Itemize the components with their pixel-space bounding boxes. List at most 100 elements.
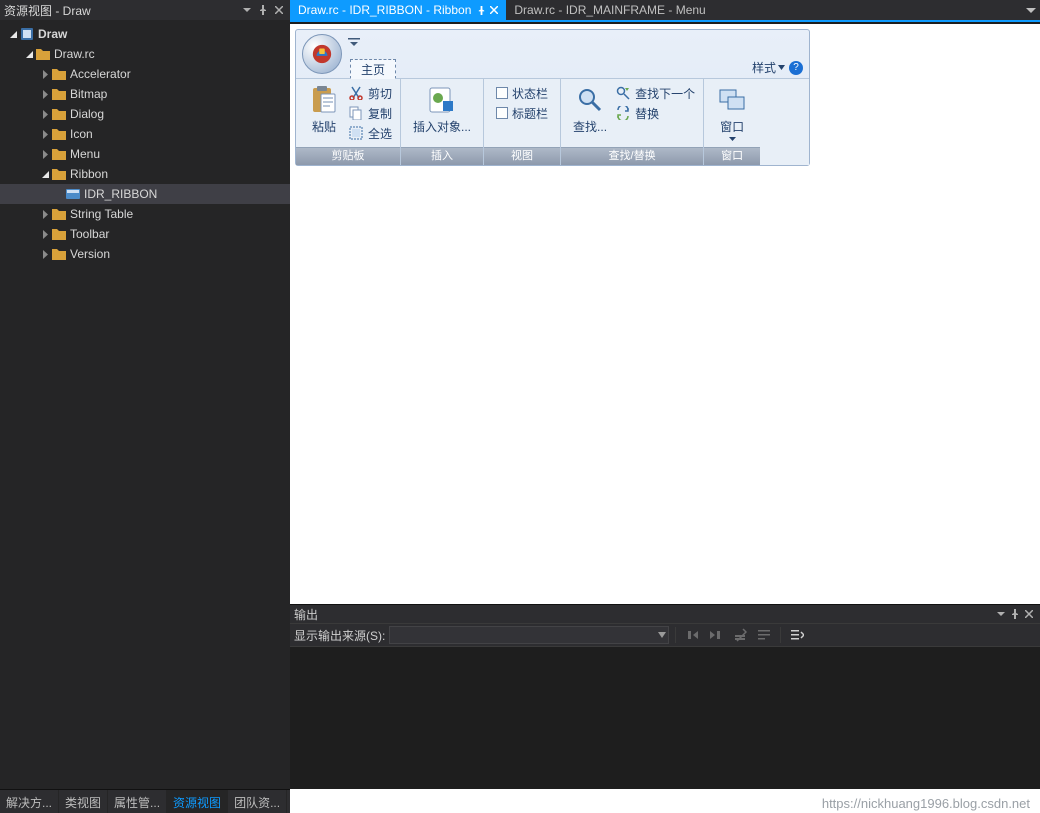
style-dropdown[interactable]: 样式 xyxy=(752,59,785,76)
doc-tab-ribbon[interactable]: Draw.rc - IDR_RIBBON - Ribbon xyxy=(290,0,506,20)
doc-tab-label: Draw.rc - IDR_MAINFRAME - Menu xyxy=(514,3,705,17)
doc-tab-menu[interactable]: Draw.rc - IDR_MAINFRAME - Menu xyxy=(506,0,713,20)
chevron-right-icon[interactable] xyxy=(40,89,50,99)
output-source-label: 显示输出来源(S): xyxy=(294,627,385,644)
replace-button[interactable]: 替换 xyxy=(613,104,697,122)
checkbox-icon[interactable] xyxy=(496,87,508,99)
pin-icon[interactable] xyxy=(1008,607,1022,621)
tab-solution-explorer[interactable]: 解决方... xyxy=(0,790,59,813)
wordwrap-icon[interactable] xyxy=(754,626,774,644)
goto-prev-icon[interactable] xyxy=(682,626,702,644)
group-insert: 插入对象... 插入 xyxy=(401,79,484,165)
tree-folder-ribbon[interactable]: Ribbon xyxy=(0,164,290,184)
dropdown-icon[interactable] xyxy=(994,607,1008,621)
chevron-right-icon[interactable] xyxy=(40,69,50,79)
chevron-right-icon[interactable] xyxy=(40,149,50,159)
tree-folder-icon[interactable]: Icon xyxy=(0,124,290,144)
tree-folder-stringtable[interactable]: String Table xyxy=(0,204,290,224)
goto-code-icon[interactable] xyxy=(787,626,807,644)
tree-folder-menu[interactable]: Menu xyxy=(0,144,290,164)
cut-icon xyxy=(348,85,364,101)
chevron-right-icon[interactable] xyxy=(40,109,50,119)
sidebar-title: 资源视图 - Draw xyxy=(4,2,240,19)
chevron-down-icon[interactable] xyxy=(24,49,34,59)
findnext-icon xyxy=(615,85,631,101)
tree-folder-version[interactable]: Version xyxy=(0,244,290,264)
ribbon-preview: 主页 样式 ? 粘贴 xyxy=(295,29,810,166)
group-label: 查找/替换 xyxy=(561,147,703,165)
output-text-area[interactable] xyxy=(290,647,1040,789)
group-find-replace: 查找... 查找下一个 替换 查找/替换 xyxy=(561,79,704,165)
chevron-right-icon[interactable] xyxy=(40,229,50,239)
goto-next-icon[interactable] xyxy=(706,626,726,644)
output-toolbar: 显示输出来源(S): xyxy=(290,623,1040,647)
statusbar-checkbox[interactable]: 状态栏 xyxy=(494,84,550,102)
application-button[interactable] xyxy=(302,34,342,74)
close-icon[interactable] xyxy=(1022,607,1036,621)
tree-folder-dialog[interactable]: Dialog xyxy=(0,104,290,124)
output-panel: 输出 显示输出来源(S): xyxy=(290,604,1040,789)
selectall-button[interactable]: 全选 xyxy=(346,124,394,142)
dropdown-icon[interactable] xyxy=(240,3,254,17)
folder-icon xyxy=(52,208,66,220)
chevron-right-icon[interactable] xyxy=(40,249,50,259)
folder-icon xyxy=(52,168,66,180)
resource-view-panel: 资源视图 - Draw Draw Draw.rc Accelerator Bit… xyxy=(0,0,290,813)
clear-icon[interactable] xyxy=(730,626,750,644)
pin-icon[interactable] xyxy=(256,3,270,17)
ribbon-resource-icon xyxy=(66,188,80,200)
copy-icon xyxy=(348,105,364,121)
doc-tab-overflow[interactable] xyxy=(1022,0,1040,20)
findnext-button[interactable]: 查找下一个 xyxy=(613,84,697,102)
window-button[interactable]: 窗口 xyxy=(710,82,754,147)
tab-property-manager[interactable]: 属性管... xyxy=(108,790,167,813)
group-label: 窗口 xyxy=(704,147,760,165)
chevron-down-icon[interactable] xyxy=(40,169,50,179)
tree-folder-toolbar[interactable]: Toolbar xyxy=(0,224,290,244)
tab-resource-view[interactable]: 资源视图 xyxy=(167,790,228,813)
doc-tab-label: Draw.rc - IDR_RIBBON - Ribbon xyxy=(298,3,471,17)
tree-item-idr-ribbon[interactable]: IDR_RIBBON xyxy=(0,184,290,204)
insert-object-button[interactable]: 插入对象... xyxy=(407,82,477,147)
sidebar-header: 资源视图 - Draw xyxy=(0,0,290,20)
tree-folder-accelerator[interactable]: Accelerator xyxy=(0,64,290,84)
tab-team-explorer[interactable]: 团队资... xyxy=(228,790,287,813)
help-icon[interactable]: ? xyxy=(789,61,803,75)
find-button[interactable]: 查找... xyxy=(567,82,613,147)
tab-class-view[interactable]: 类视图 xyxy=(59,790,108,813)
tree-folder-bitmap[interactable]: Bitmap xyxy=(0,84,290,104)
sidebar-bottom-tabs: 解决方... 类视图 属性管... 资源视图 团队资... xyxy=(0,789,290,813)
group-label: 视图 xyxy=(484,147,560,165)
output-source-combo[interactable] xyxy=(389,626,669,644)
separator xyxy=(675,627,676,643)
pin-icon[interactable] xyxy=(477,6,486,15)
separator xyxy=(780,627,781,643)
group-label: 插入 xyxy=(401,147,483,165)
ribbon-body: 粘贴 剪切 复制 全选 剪贴板 插入 xyxy=(296,78,809,165)
folder-icon xyxy=(52,148,66,160)
ribbon-tab-home[interactable]: 主页 xyxy=(350,59,396,79)
chevron-right-icon[interactable] xyxy=(40,129,50,139)
cut-button[interactable]: 剪切 xyxy=(346,84,394,102)
tree-rc[interactable]: Draw.rc xyxy=(0,44,290,64)
paste-button[interactable]: 粘贴 xyxy=(302,82,346,147)
watermark: https://nickhuang1996.blog.csdn.net xyxy=(822,796,1030,811)
qat-customize-icon[interactable] xyxy=(348,36,362,50)
document-tabs: Draw.rc - IDR_RIBBON - Ribbon Draw.rc - … xyxy=(290,0,1040,22)
group-clipboard: 粘贴 剪切 复制 全选 剪贴板 xyxy=(296,79,401,165)
folder-icon xyxy=(52,108,66,120)
close-icon[interactable] xyxy=(490,6,498,14)
paste-icon xyxy=(308,84,340,116)
copy-button[interactable]: 复制 xyxy=(346,104,394,122)
tree-root[interactable]: Draw xyxy=(0,24,290,44)
chevron-down-icon[interactable] xyxy=(8,29,18,39)
project-icon xyxy=(20,27,34,41)
titlebar-checkbox[interactable]: 标题栏 xyxy=(494,104,550,122)
find-icon xyxy=(574,84,606,116)
replace-icon xyxy=(615,105,631,121)
resource-tree[interactable]: Draw Draw.rc Accelerator Bitmap Dialog I… xyxy=(0,20,290,813)
selectall-icon xyxy=(348,125,364,141)
chevron-right-icon[interactable] xyxy=(40,209,50,219)
checkbox-icon[interactable] xyxy=(496,107,508,119)
close-icon[interactable] xyxy=(272,3,286,17)
